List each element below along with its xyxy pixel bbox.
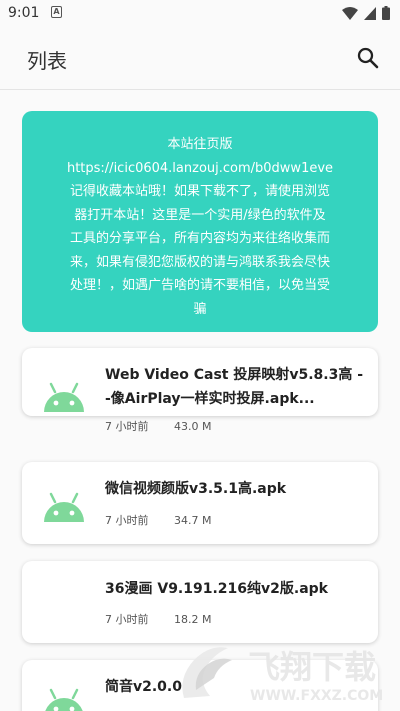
notification-icon: A xyxy=(51,6,62,18)
file-meta: 7 小时前 18.2 M xyxy=(105,611,233,627)
status-icons xyxy=(342,6,390,20)
file-card[interactable]: Web Video Cast 投屏映射v5.8.3高 --像AirPlay一样实… xyxy=(22,348,378,433)
file-size: 18.2 M xyxy=(174,613,212,626)
file-meta: 7 小时前 43.0 M xyxy=(105,418,233,434)
wifi-icon xyxy=(342,6,358,20)
android-icon xyxy=(44,492,84,522)
file-size: 43.0 M xyxy=(174,420,212,433)
file-size: 34.7 M xyxy=(174,514,212,527)
battery-icon xyxy=(382,6,390,20)
file-name: Web Video Cast 投屏映射v5.8.3高 --像AirPlay一样实… xyxy=(105,367,364,407)
signal-icon xyxy=(364,6,376,20)
file-meta: 7 小时前 34.7 M xyxy=(105,512,233,528)
notice-line: 来，如果有侵犯您版权的请与鸿联系我会尽快 xyxy=(69,254,330,270)
file-time: 7 小时前 xyxy=(105,420,149,433)
notice-line: 处理！，如遇广告啥的请不要相信，以免当受 xyxy=(69,278,330,293)
file-name: 微信视频颜版v3.5.1高.apk xyxy=(105,481,287,497)
notice-url[interactable]: https://icic0604.lanzouj.com/b0dww1eve xyxy=(38,157,362,181)
status-time: 9:01 xyxy=(8,5,40,21)
search-button[interactable] xyxy=(356,46,380,70)
notice-card[interactable]: 本站往页版 https://icic0604.lanzouj.com/b0dww… xyxy=(22,111,378,332)
svg-text:WWW.FXXZ.COM: WWW.FXXZ.COM xyxy=(250,688,383,704)
file-time: 7 小时前 xyxy=(105,613,149,626)
app-bar: 列表 xyxy=(0,28,400,90)
svg-text:飞翔下载: 飞翔下载 xyxy=(248,648,376,686)
notice-line: 工具的分享平台，所有内容均为来往络收集而 xyxy=(69,231,330,246)
status-bar: 9:01 A xyxy=(0,0,400,28)
file-card[interactable]: 36漫画 V9.191.216纯v2版.apk 7 小时前 18.2 M xyxy=(22,561,378,643)
notice-line: 记得收藏本站哦！如果下载不了，请使用浏览 xyxy=(69,184,330,199)
android-icon xyxy=(45,688,83,711)
android-icon xyxy=(44,382,84,412)
file-time: 7 小时前 xyxy=(105,514,149,527)
file-card[interactable]: 微信视频颜版v3.5.1高.apk 7 小时前 34.7 M xyxy=(22,462,378,544)
watermark-logo: 飞翔下载 WWW.FXXZ.COM xyxy=(176,638,391,708)
notice-line: 器打开本站！这里是一个实用/绿色的软件及 xyxy=(74,207,326,223)
notice-line: 骗 xyxy=(193,301,207,317)
file-name: 36漫画 V9.191.216纯v2版.apk xyxy=(105,581,328,597)
page-title: 列表 xyxy=(27,49,67,73)
notice-line: 本站往页版 xyxy=(167,137,233,152)
search-icon xyxy=(357,47,379,69)
